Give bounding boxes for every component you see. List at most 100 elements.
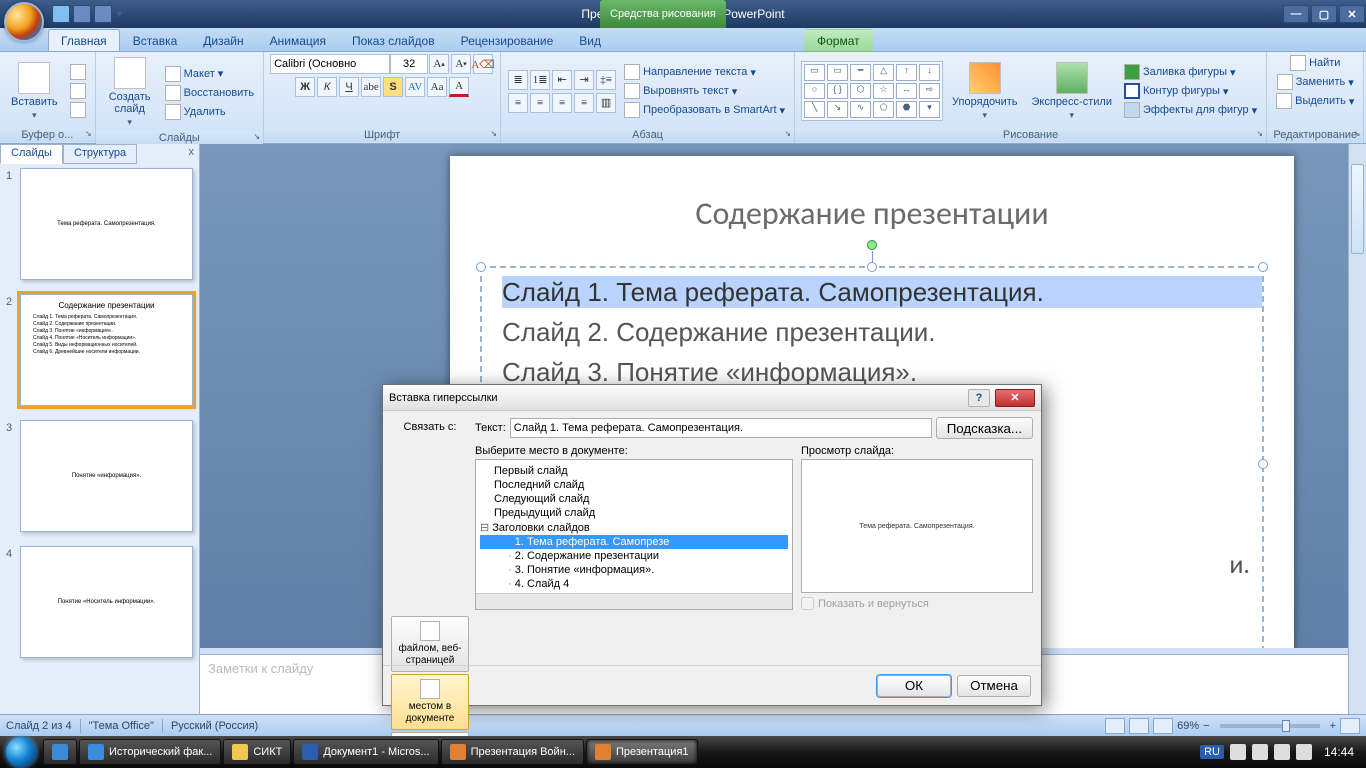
bullets-button[interactable]: ≣ (508, 70, 528, 90)
tab-format[interactable]: Формат (804, 29, 873, 51)
align-center-button[interactable]: ≡ (530, 93, 550, 113)
char-spacing-button[interactable]: AV (405, 77, 425, 97)
replace-button[interactable]: Заменить ▾ (1274, 73, 1357, 91)
taskbar-clock[interactable]: 14:44 (1318, 745, 1360, 759)
slides-panel[interactable]: 1 Тема реферата. Самопрезентация. 2 Соде… (0, 144, 200, 714)
minimize-button[interactable]: — (1283, 5, 1309, 23)
shrink-font-button[interactable]: A▾ (451, 54, 471, 74)
close-button[interactable]: ✕ (1339, 5, 1365, 23)
text-direction-button[interactable]: Направление текста ▾ (621, 63, 788, 81)
dialog-close-button[interactable]: ✕ (995, 389, 1035, 407)
status-language[interactable]: Русский (Россия) (171, 720, 258, 732)
select-button[interactable]: Выделить ▾ (1273, 92, 1357, 110)
taskbar-item[interactable]: СИКТ (223, 739, 291, 765)
resize-handle[interactable] (867, 262, 877, 272)
underline-button[interactable]: Ч (339, 77, 359, 97)
fit-window-button[interactable] (1340, 718, 1360, 734)
slides-tab[interactable]: Слайды (0, 144, 63, 164)
input-language[interactable]: RU (1200, 745, 1224, 759)
normal-view-button[interactable] (1105, 718, 1125, 734)
thumbnail-4[interactable]: 4 Понятие «Носитель информации». (6, 546, 193, 658)
quick-styles-button[interactable]: Экспресс-стили▾ (1027, 59, 1117, 124)
start-button[interactable] (0, 736, 42, 768)
align-left-button[interactable]: ≡ (508, 93, 528, 113)
zoom-slider[interactable] (1220, 724, 1320, 728)
tree-first-slide[interactable]: Первый слайд (480, 464, 788, 478)
resize-handle[interactable] (1258, 262, 1268, 272)
tree-scrollbar[interactable] (476, 593, 792, 609)
maximize-button[interactable]: ▢ (1311, 5, 1337, 23)
shadow-button[interactable]: S (383, 77, 403, 97)
format-painter-button[interactable] (67, 101, 89, 119)
screentip-button[interactable]: Подсказка... (936, 417, 1033, 439)
taskbar-item[interactable]: Документ1 - Micros... (293, 739, 438, 765)
taskbar-item-active[interactable]: Презентация1 (586, 739, 698, 765)
linkto-file-web[interactable]: файлом, веб-страницей (391, 616, 469, 672)
tree-titles-header[interactable]: Заголовки слайдов (480, 520, 788, 535)
line-spacing-button[interactable]: ‡≡ (596, 70, 616, 90)
columns-button[interactable]: ▥ (596, 93, 616, 113)
find-button[interactable]: Найти (1287, 54, 1343, 72)
tree-last-slide[interactable]: Последний слайд (480, 478, 788, 492)
dialog-help-button[interactable]: ? (968, 389, 990, 407)
qat-dropdown-icon[interactable]: ▼ (115, 9, 124, 19)
tab-review[interactable]: Рецензирование (448, 29, 567, 51)
align-right-button[interactable]: ≡ (552, 93, 572, 113)
indent-inc-button[interactable]: ⇥ (574, 70, 594, 90)
tab-view[interactable]: Вид (566, 29, 614, 51)
slide-line-1[interactable]: Слайд 1. Тема реферата. Самопрезентация. (502, 276, 1262, 308)
font-size-select[interactable] (390, 54, 428, 74)
slide-title[interactable]: Содержание презентации (450, 194, 1294, 233)
change-case-button[interactable]: Aa (427, 77, 447, 97)
justify-button[interactable]: ≡ (574, 93, 594, 113)
cut-button[interactable] (67, 63, 89, 81)
office-button[interactable] (4, 2, 44, 42)
font-color-button[interactable]: A (449, 77, 469, 97)
tree-next-slide[interactable]: Следующий слайд (480, 492, 788, 506)
place-tree[interactable]: Первый слайд Последний слайд Следующий с… (475, 459, 793, 610)
layout-button[interactable]: Макет ▾ (162, 65, 257, 83)
numbering-button[interactable]: 1≣ (530, 70, 550, 90)
shape-outline-button[interactable]: Контур фигуры ▾ (1121, 82, 1260, 100)
close-panel-icon[interactable]: x (183, 144, 201, 164)
shape-effects-button[interactable]: Эффекты для фигур ▾ (1121, 101, 1260, 119)
dialog-titlebar[interactable]: Вставка гиперссылки ? ✕ (383, 385, 1041, 411)
redo-icon[interactable] (94, 5, 112, 23)
tree-slide-1[interactable]: 1. Тема реферата. Самопрезе (480, 535, 788, 549)
tree-slide-2[interactable]: 2. Содержание презентации (480, 549, 788, 563)
cancel-button[interactable]: Отмена (957, 675, 1031, 697)
zoom-percent[interactable]: 69% (1177, 720, 1199, 732)
delete-slide-button[interactable]: Удалить (162, 103, 257, 121)
arrange-button[interactable]: Упорядочить▾ (947, 59, 1022, 124)
sorter-view-button[interactable] (1129, 718, 1149, 734)
indent-dec-button[interactable]: ⇤ (552, 70, 572, 90)
undo-icon[interactable] (73, 5, 91, 23)
italic-button[interactable]: К (317, 77, 337, 97)
tray-icon[interactable] (1230, 744, 1246, 760)
volume-icon[interactable] (1296, 744, 1312, 760)
tab-slideshow[interactable]: Показ слайдов (339, 29, 448, 51)
shape-fill-button[interactable]: Заливка фигуры ▾ (1121, 63, 1260, 81)
tree-slide-3[interactable]: 3. Понятие «информация». (480, 563, 788, 577)
slideshow-view-button[interactable] (1153, 718, 1173, 734)
ok-button[interactable]: ОК (877, 675, 951, 697)
tab-home[interactable]: Главная (48, 29, 120, 51)
zoom-in-button[interactable]: + (1330, 720, 1336, 732)
strike-button[interactable]: abe (361, 77, 381, 97)
tree-slide-4[interactable]: 4. Слайд 4 (480, 577, 788, 591)
vertical-scrollbar[interactable] (1348, 144, 1366, 714)
zoom-out-button[interactable]: − (1203, 720, 1209, 732)
save-icon[interactable] (52, 5, 70, 23)
copy-button[interactable] (67, 82, 89, 100)
convert-smartart-button[interactable]: Преобразовать в SmartArt ▾ (621, 101, 788, 119)
tray-icon[interactable] (1274, 744, 1290, 760)
paste-button[interactable]: Вставить ▾ (6, 59, 63, 124)
resize-handle[interactable] (476, 262, 486, 272)
tab-animation[interactable]: Анимация (257, 29, 339, 51)
new-slide-button[interactable]: Создать слайд ▾ (102, 54, 158, 131)
align-text-button[interactable]: Выровнять текст ▾ (621, 82, 788, 100)
tab-design[interactable]: Дизайн (190, 29, 256, 51)
rotate-handle[interactable] (867, 240, 877, 250)
thumbnail-3[interactable]: 3 Понятие «информация». (6, 420, 193, 532)
grow-font-button[interactable]: A▴ (429, 54, 449, 74)
